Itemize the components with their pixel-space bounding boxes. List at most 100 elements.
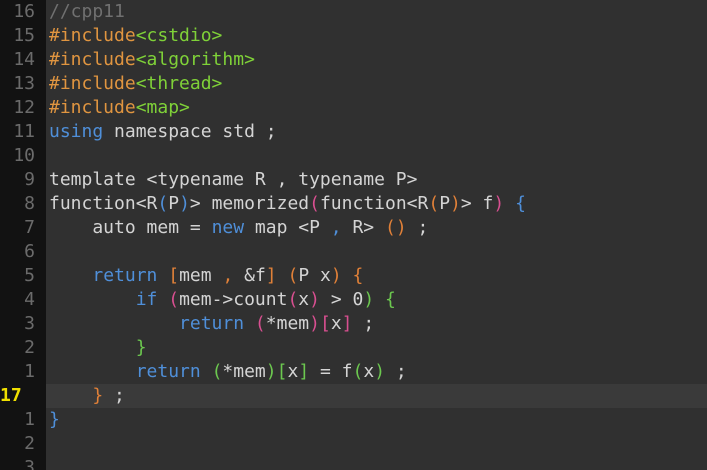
line-number: 9 — [0, 168, 46, 192]
code-text: P — [168, 193, 180, 214]
code-line[interactable]: 14 #include<algorithm> — [0, 48, 707, 72]
bracket: } — [135, 337, 147, 358]
line-number: 15 — [0, 24, 46, 48]
code-line[interactable]: 6 — [0, 240, 707, 264]
bracket: , — [330, 217, 342, 238]
bracket: ) — [179, 193, 190, 214]
bracket: ) — [265, 361, 277, 382]
code-text: map <P — [244, 217, 331, 238]
code-line[interactable]: 7 auto mem = new map <P , R> () ; — [0, 216, 707, 240]
bracket: () — [384, 217, 407, 238]
code-text: &f — [233, 265, 266, 286]
code-line[interactable]: 5 return [mem , &f] (P x) { — [0, 264, 707, 288]
code-line[interactable]: 9 template <typename R , typename P> — [0, 168, 707, 192]
bracket: [ — [319, 313, 331, 334]
bracket: ) — [309, 313, 320, 334]
include-header: <thread> — [135, 73, 223, 94]
code-line[interactable]: 1} — [0, 408, 707, 432]
code-content: if (mem->count(x) > 0) { — [49, 288, 396, 312]
keyword: return — [92, 265, 158, 286]
bracket: ( — [428, 193, 440, 214]
code-line[interactable]: 8 function<R(P)> memorized(function<R(P)>… — [0, 192, 707, 216]
line-number: 12 — [0, 96, 46, 120]
code-text: > 0 — [319, 289, 364, 310]
bracket: ( — [211, 361, 223, 382]
code-line[interactable]: 3 — [0, 456, 707, 470]
code-content: function<R(P)> memorized(function<R(P)> … — [49, 192, 526, 216]
include-header: <map> — [135, 97, 190, 118]
line-number: 7 — [0, 216, 46, 240]
line-number: 1 — [0, 408, 46, 432]
line-number: 5 — [0, 264, 46, 288]
code-text: ; — [103, 385, 125, 406]
code-line[interactable]: 12 #include<map> — [0, 96, 707, 120]
keyword: return — [179, 313, 245, 334]
code-editor[interactable]: 16//cpp11 15 #include<cstdio> 14 #include<al… — [0, 0, 707, 470]
bracket: { — [515, 193, 526, 214]
include-header: <cstdio> — [135, 25, 223, 46]
line-number: 3 — [0, 312, 46, 336]
bracket: ] — [341, 313, 353, 334]
bracket: ) — [374, 361, 386, 382]
code-text: > memorized — [189, 193, 310, 214]
current-line-number: 17 — [0, 384, 46, 408]
line-number: 10 — [0, 144, 46, 168]
code-text: x — [330, 313, 342, 334]
bracket: ) — [493, 193, 505, 214]
bracket: ) — [330, 265, 342, 286]
code-line[interactable]: 1 return (*mem)[x] = f(x) ; — [0, 360, 707, 384]
include-header: <algorithm> — [135, 49, 255, 70]
line-number: 6 — [0, 240, 46, 264]
line-number: 2 — [0, 336, 46, 360]
code-text: ; — [352, 313, 375, 334]
code-line[interactable]: 3 return (*mem)[x] ; — [0, 312, 707, 336]
bracket: ) — [363, 289, 375, 310]
code-line[interactable]: 11 using namespace std ; — [0, 120, 707, 144]
bracket: ( — [309, 193, 320, 214]
bracket: ( — [157, 193, 169, 214]
bracket: [ — [276, 361, 288, 382]
comment: //cpp11 — [49, 1, 125, 22]
preprocessor: #include — [49, 25, 136, 46]
code-content: return (*mem)[x] = f(x) ; — [49, 360, 407, 384]
code-text: ; — [406, 217, 429, 238]
code-text: function<R — [319, 193, 429, 214]
code-text: > f — [460, 193, 494, 214]
bracket: ) — [450, 193, 461, 214]
code-text: P x — [298, 265, 331, 286]
bracket: ( — [352, 361, 364, 382]
code-content: } — [49, 336, 147, 360]
bracket: ] — [265, 265, 277, 286]
code-line[interactable]: 15 #include<cstdio> — [0, 24, 707, 48]
code-text: P — [439, 193, 451, 214]
code-line[interactable]: 4 if (mem->count(x) > 0) { — [0, 288, 707, 312]
line-number: 14 — [0, 48, 46, 72]
code-content: } ; — [49, 384, 125, 408]
code-line[interactable]: 2 — [0, 432, 707, 456]
bracket: ( — [287, 289, 299, 310]
bracket: ( — [168, 289, 180, 310]
bracket: , — [222, 265, 234, 286]
keyword: if — [135, 289, 158, 310]
current-code-line[interactable]: 17 } ; — [0, 384, 707, 408]
code-line[interactable]: 16//cpp11 — [0, 0, 707, 24]
line-number: 16 — [0, 0, 46, 24]
code-line[interactable]: 13 #include<thread> — [0, 72, 707, 96]
code-line[interactable]: 10 — [0, 144, 707, 168]
code-line[interactable]: 2 } — [0, 336, 707, 360]
code-content: auto mem = new map <P , R> () ; — [49, 216, 428, 240]
code-text: = f — [309, 361, 353, 382]
code-text: mem->count — [179, 289, 288, 310]
bracket: { — [352, 265, 364, 286]
bracket: [ — [168, 265, 180, 286]
